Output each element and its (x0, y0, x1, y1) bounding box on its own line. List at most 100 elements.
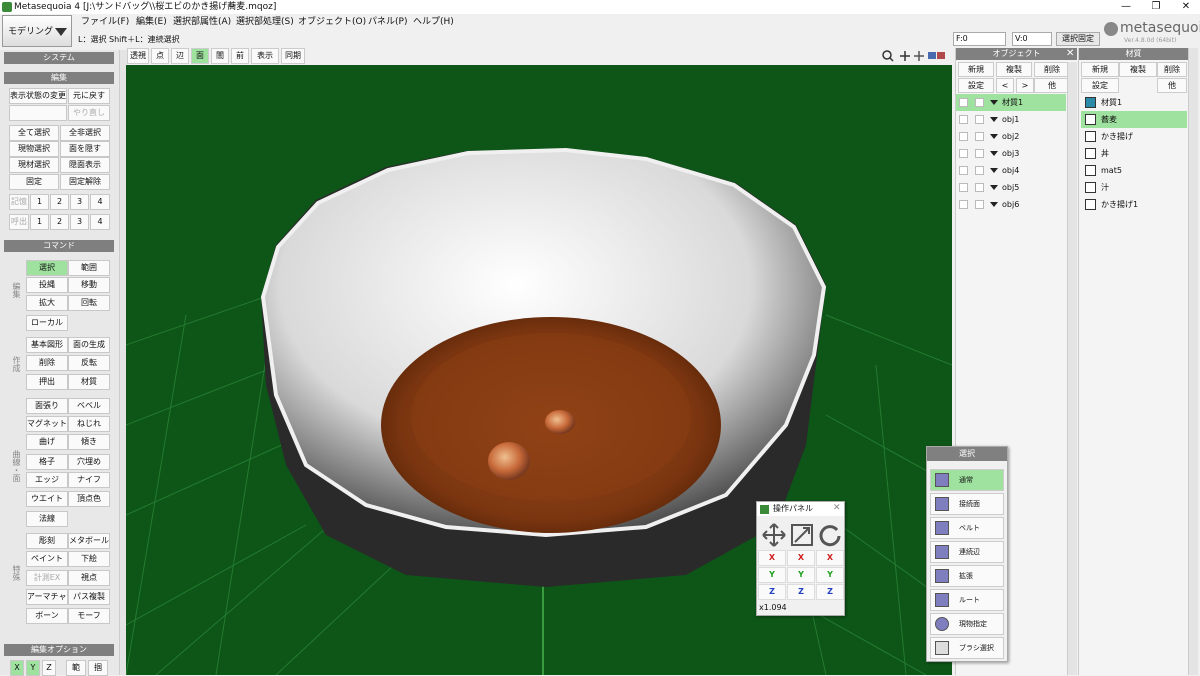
rotate-y-button[interactable]: Y (816, 567, 844, 583)
material-row[interactable]: かき揚げ (1081, 128, 1187, 145)
unlock-button[interactable]: 固定解除 (60, 174, 110, 190)
cmd-bend[interactable]: 曲げ (26, 434, 68, 450)
view-edge-tab[interactable]: 辺 (171, 48, 189, 64)
expand-icon[interactable] (990, 100, 998, 105)
cmd-sculpt[interactable]: 彫刻 (26, 533, 68, 549)
expand-icon[interactable] (990, 168, 998, 173)
display-state-button[interactable]: 表示状態の変更 (9, 88, 67, 104)
lock-toggle[interactable] (975, 115, 984, 124)
recall-1-button[interactable]: 1 (30, 214, 49, 230)
cmd-lasso[interactable]: 投縄 (26, 277, 68, 293)
cmd-range[interactable]: 範囲 (68, 260, 110, 276)
section-system[interactable]: システム (4, 52, 114, 64)
memory-2-button[interactable]: 2 (50, 194, 69, 210)
move-y-button[interactable]: Y (758, 567, 786, 583)
select-current-material-button[interactable]: 現材選択 (9, 157, 59, 173)
cmd-normal[interactable]: 法線 (26, 511, 68, 527)
hide-faces-button[interactable]: 面を隠す (60, 141, 110, 157)
scale-x-button[interactable]: X (787, 550, 815, 566)
visibility-toggle[interactable] (959, 149, 968, 158)
expand-icon[interactable] (990, 185, 998, 190)
object-new-button[interactable]: 新規 (958, 62, 994, 77)
cmd-metaball[interactable]: メタボール (68, 533, 110, 549)
visibility-toggle[interactable] (959, 98, 968, 107)
material-panel-scrollbar[interactable] (1188, 48, 1198, 675)
object-delete-button[interactable]: 削除 (1034, 62, 1070, 77)
object-row[interactable]: obj2 (956, 128, 1066, 145)
cmd-local[interactable]: ローカル (26, 315, 68, 331)
memory-3-button[interactable]: 3 (70, 194, 89, 210)
cmd-magnet[interactable]: マグネット (26, 416, 68, 432)
material-copy-button[interactable]: 複製 (1119, 62, 1157, 77)
menu-help[interactable]: ヘルプ(H) (408, 14, 459, 30)
select-all-button[interactable]: 全て選択 (9, 125, 59, 141)
visibility-toggle[interactable] (959, 183, 968, 192)
operation-panel-close-icon[interactable]: ✕ (833, 503, 841, 513)
material-row[interactable]: かき揚げ1 (1081, 196, 1187, 213)
close-button[interactable]: ✕ (1172, 0, 1200, 14)
mode-select[interactable]: モデリング (2, 15, 72, 47)
select-route-button[interactable]: ルート (930, 589, 1004, 611)
visibility-toggle[interactable] (959, 200, 968, 209)
cmd-select[interactable]: 選択 (26, 260, 68, 276)
cmd-face-fill[interactable]: 面張り (26, 398, 68, 414)
visibility-toggle[interactable] (959, 132, 968, 141)
grab-option[interactable]: 掴 (88, 660, 108, 676)
undo-button[interactable]: 元に戻す (68, 88, 110, 104)
cmd-lattice[interactable]: 格子 (26, 454, 68, 470)
lock-toggle[interactable] (975, 149, 984, 158)
selection-lock-button[interactable]: 選択固定 (1056, 32, 1100, 46)
view-sync-tab[interactable]: 同期 (281, 48, 305, 64)
select-object-button[interactable]: 現物指定 (930, 613, 1004, 635)
lock-toggle[interactable] (975, 98, 984, 107)
cmd-bone[interactable]: ボーン (26, 608, 68, 624)
material-new-button[interactable]: 新規 (1081, 62, 1119, 77)
operation-tool-icons[interactable] (759, 522, 844, 548)
show-hidden-faces-button[interactable]: 隠面表示 (60, 157, 110, 173)
deselect-all-button[interactable]: 全非選択 (60, 125, 110, 141)
object-row[interactable]: 材質1 (956, 94, 1066, 111)
cmd-vertex-color[interactable]: 頂点色 (68, 491, 110, 507)
lock-toggle[interactable] (975, 166, 984, 175)
object-row[interactable]: obj5 (956, 179, 1066, 196)
maximize-button[interactable]: ❐ (1142, 0, 1170, 14)
cmd-tilt[interactable]: 傾き (68, 434, 110, 450)
redo-button[interactable]: やり直し (68, 105, 110, 121)
cmd-bevel[interactable]: ベベル (68, 398, 110, 414)
cmd-extrude[interactable]: 押出 (26, 374, 68, 390)
range-option[interactable]: 範 (66, 660, 86, 676)
rotate-z-button[interactable]: Z (816, 584, 844, 600)
expand-icon[interactable] (990, 151, 998, 156)
menu-selection-attr[interactable]: 選択部属性(A) (168, 14, 236, 30)
view-hidden-tab[interactable]: 闇 (211, 48, 229, 64)
lock-toggle[interactable] (975, 183, 984, 192)
expand-icon[interactable] (990, 117, 998, 122)
object-other-button[interactable]: 他 (1034, 78, 1070, 93)
cmd-twist[interactable]: ねじれ (68, 416, 110, 432)
cmd-underlay[interactable]: 下絵 (68, 551, 110, 567)
object-copy-button[interactable]: 複製 (996, 62, 1032, 77)
material-row[interactable]: mat5 (1081, 162, 1187, 179)
axis-x-toggle[interactable]: X (10, 660, 24, 676)
recall-4-button[interactable]: 4 (90, 214, 110, 230)
cmd-measure[interactable]: 計測EX (26, 570, 68, 586)
view-face-tab[interactable]: 面 (191, 48, 209, 64)
object-prev-button[interactable]: < (996, 78, 1014, 93)
cmd-knife[interactable]: ナイフ (68, 472, 110, 488)
cmd-morph[interactable]: モーフ (68, 608, 110, 624)
material-delete-button[interactable]: 削除 (1157, 62, 1187, 77)
object-next-button[interactable]: > (1016, 78, 1034, 93)
select-connected-button[interactable]: 接続面 (930, 493, 1004, 515)
cmd-material[interactable]: 材質 (68, 374, 110, 390)
select-expand-button[interactable]: 拡張 (930, 565, 1004, 587)
object-row[interactable]: obj3 (956, 145, 1066, 162)
material-settings-button[interactable]: 設定 (1081, 78, 1119, 93)
menu-selection-proc[interactable]: 選択部処理(S) (231, 14, 299, 30)
object-row[interactable]: obj4 (956, 162, 1066, 179)
select-current-object-button[interactable]: 現物選択 (9, 141, 59, 157)
expand-icon[interactable] (990, 134, 998, 139)
object-row[interactable]: obj1 (956, 111, 1066, 128)
cmd-move[interactable]: 移動 (68, 277, 110, 293)
select-belt-button[interactable]: ベルト (930, 517, 1004, 539)
menu-edit[interactable]: 編集(E) (131, 14, 172, 30)
